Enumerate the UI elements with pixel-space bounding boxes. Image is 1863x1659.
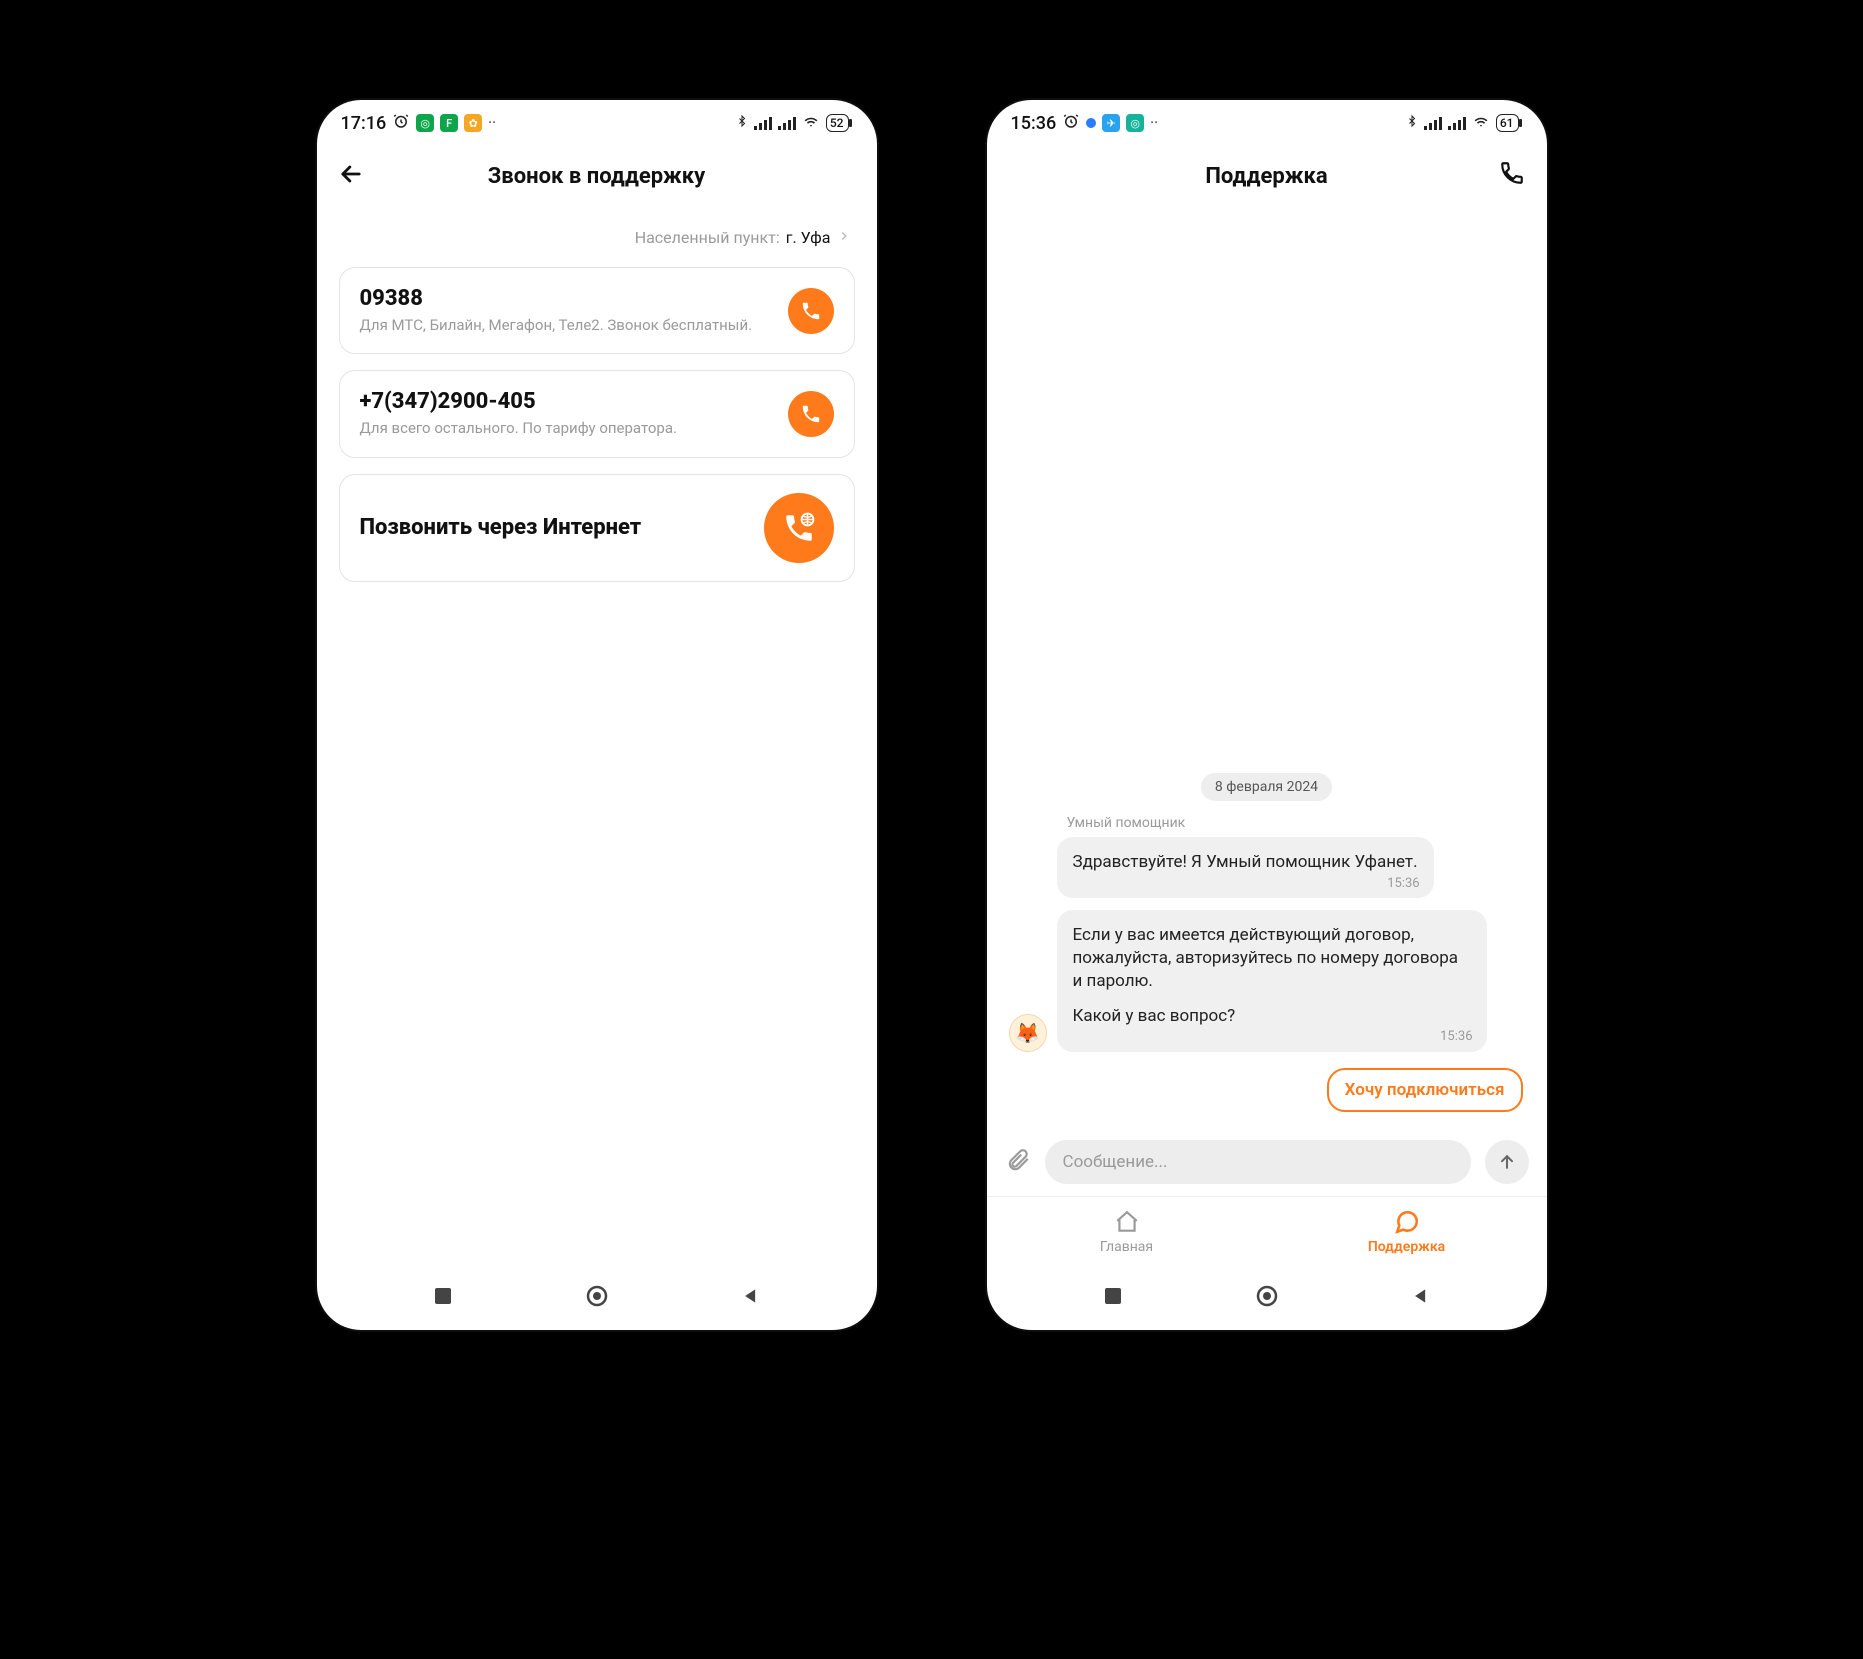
back-nav-button[interactable] [741, 1286, 761, 1310]
status-app-icon: ◎ [416, 114, 434, 132]
status-app-icon: ◎ [1126, 114, 1144, 132]
chat-message-time: 15:36 [1440, 1028, 1472, 1046]
chat-date-chip: 8 февраля 2024 [1201, 773, 1332, 801]
screen-header: Поддержка [987, 146, 1547, 206]
call-button[interactable] [1499, 160, 1525, 192]
tab-support[interactable]: Поддержка [1267, 1197, 1547, 1266]
phone-call-support: 17:16 ◎ F ✿ ·· 52 [317, 100, 877, 1330]
home-button[interactable] [1255, 1284, 1279, 1312]
wifi-icon [802, 114, 820, 133]
call-icon[interactable] [788, 288, 834, 334]
message-input[interactable]: Сообщение... [1045, 1140, 1471, 1184]
signal-icon [754, 116, 772, 130]
phone-card-full[interactable]: +7(347)2900-405 Для всего остального. По… [339, 370, 855, 457]
signal-icon [778, 116, 796, 130]
chat-message: Здравствуйте! Я Умный помощник Уфанет. 1… [1009, 837, 1525, 898]
chevron-right-icon [837, 228, 851, 247]
android-nav [987, 1266, 1547, 1330]
back-button[interactable] [337, 160, 365, 194]
status-bar: 15:36 ✈ ◎ ·· 61 [987, 100, 1547, 146]
tab-home[interactable]: Главная [987, 1197, 1267, 1266]
wifi-icon [1472, 114, 1490, 133]
phone-number: 09388 [360, 286, 753, 311]
tab-label: Поддержка [1368, 1239, 1445, 1255]
status-bar: 17:16 ◎ F ✿ ·· 52 [317, 100, 877, 146]
quick-reply-button[interactable]: Хочу подключиться [1327, 1068, 1523, 1112]
phone-number: +7(347)2900-405 [360, 389, 677, 414]
battery-indicator: 61 [1496, 114, 1519, 132]
status-app-icon: ✈ [1102, 114, 1120, 132]
signal-icon [1448, 116, 1466, 130]
location-label: Населенный пункт: [635, 228, 780, 247]
bluetooth-icon [1406, 113, 1418, 133]
alarm-icon [1062, 112, 1080, 135]
internet-call-label: Позвонить через Интернет [360, 515, 642, 540]
phone-support-chat: 15:36 ✈ ◎ ·· 61 [987, 100, 1547, 1330]
location-selector[interactable]: Населенный пункт: г. Уфа [317, 206, 877, 267]
status-time: 17:16 [341, 113, 387, 134]
location-city: г. Уфа [786, 228, 831, 247]
bottom-tabs: Главная Поддержка [987, 1196, 1547, 1266]
status-app-icon: F [440, 114, 458, 132]
status-time: 15:36 [1011, 113, 1057, 134]
internet-call-card[interactable]: Позвонить через Интернет [339, 474, 855, 582]
android-nav [317, 1266, 877, 1330]
bot-avatar: 🦊 [1009, 1014, 1047, 1052]
signal-icon [1424, 116, 1442, 130]
internet-call-icon[interactable] [764, 493, 834, 563]
call-icon[interactable] [788, 391, 834, 437]
home-button[interactable] [585, 1284, 609, 1312]
status-dot-icon [1086, 118, 1096, 128]
page-title: Звонок в поддержку [488, 164, 706, 189]
send-button[interactable] [1485, 1140, 1529, 1184]
battery-indicator: 52 [826, 114, 849, 132]
attach-icon[interactable] [1005, 1147, 1031, 1177]
chat-message-text: Здравствуйте! Я Умный помощник Уфанет. [1073, 852, 1418, 872]
chat-composer: Сообщение... [987, 1128, 1547, 1196]
status-app-icon: ✿ [464, 114, 482, 132]
chat-message-text: Если у вас имеется действующий договор, … [1073, 924, 1471, 993]
chat-message-text: Какой у вас вопрос? [1073, 1005, 1471, 1028]
chat-message: 🦊 Если у вас имеется действующий договор… [1009, 910, 1525, 1052]
phone-note: Для МТС, Билайн, Мегафон, Теле2. Звонок … [360, 315, 753, 335]
status-more-icon: ·· [488, 115, 496, 131]
tab-label: Главная [1100, 1239, 1153, 1255]
message-placeholder: Сообщение... [1063, 1152, 1168, 1172]
alarm-icon [392, 112, 410, 135]
phone-card-short[interactable]: 09388 Для МТС, Билайн, Мегафон, Теле2. З… [339, 267, 855, 354]
back-nav-button[interactable] [1411, 1286, 1431, 1310]
status-more-icon: ·· [1150, 115, 1158, 131]
page-title: Поддержка [1205, 164, 1327, 189]
recents-button[interactable] [433, 1286, 453, 1310]
bluetooth-icon [736, 113, 748, 133]
chat-message-time: 15:36 [1387, 875, 1419, 893]
phone-note: Для всего остального. По тарифу оператор… [360, 418, 677, 438]
screen-header: Звонок в поддержку [317, 146, 877, 206]
chat-sender-label: Умный помощник [1067, 815, 1525, 831]
recents-button[interactable] [1103, 1286, 1123, 1310]
